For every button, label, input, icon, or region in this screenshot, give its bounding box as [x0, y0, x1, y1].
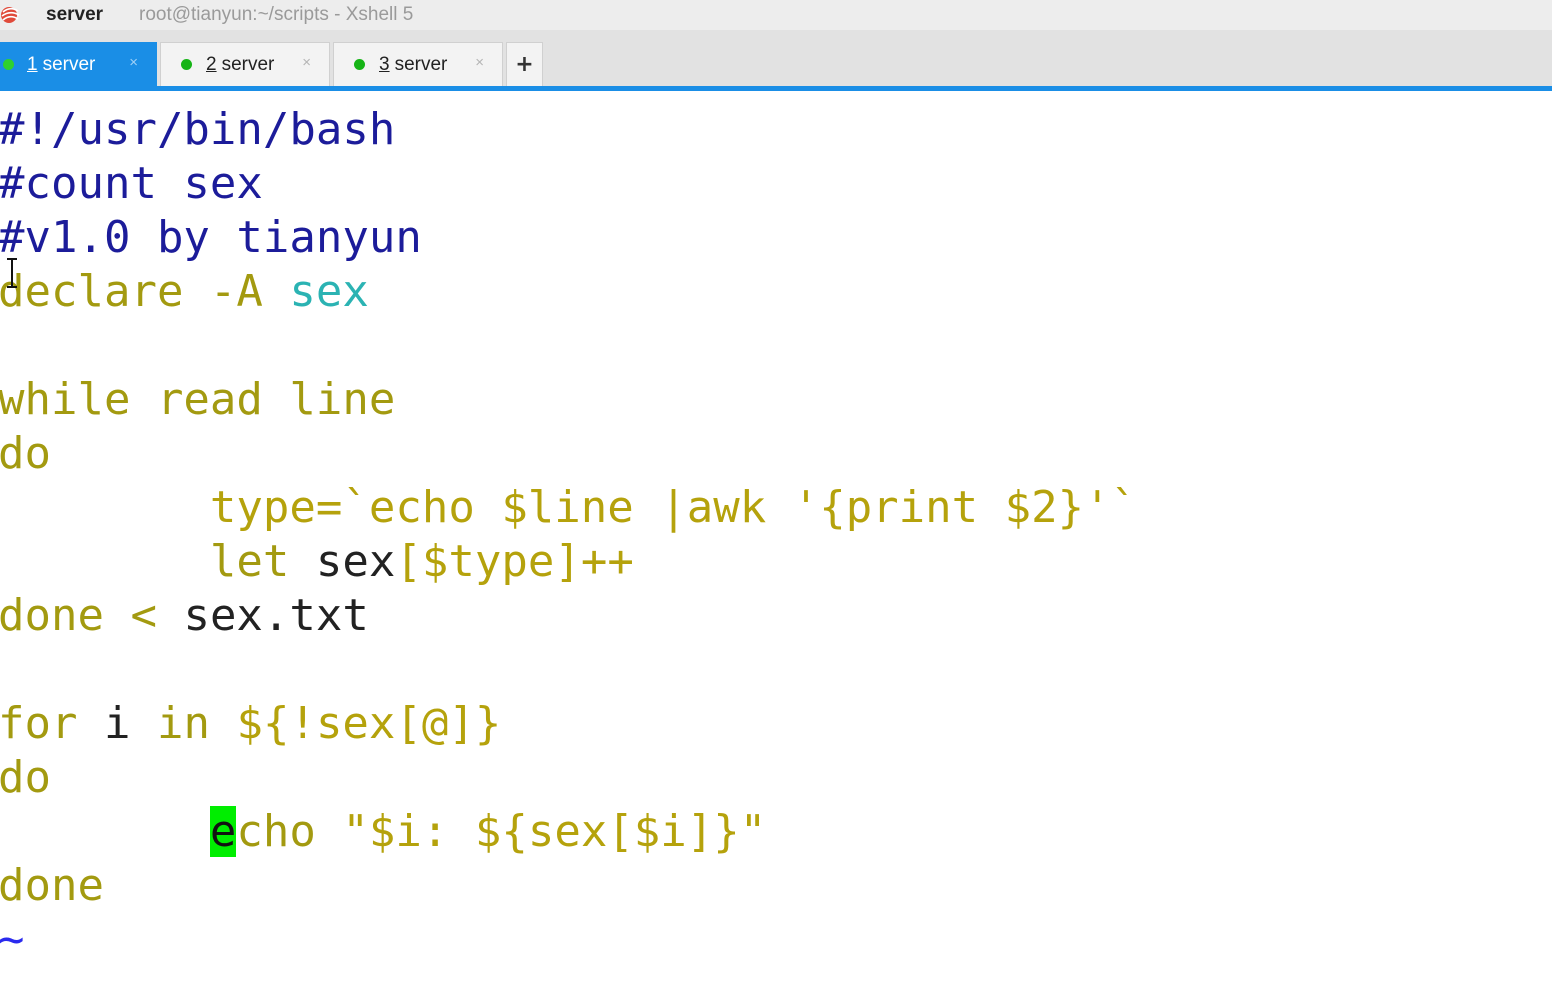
connected-status-icon	[354, 59, 365, 70]
code-token-plain: sex.txt	[183, 590, 369, 641]
terminal-vim-buffer[interactable]: #!/usr/bin/bash #count sex #v1.0 by tian…	[0, 91, 1552, 992]
code-token-keyword: done <	[0, 590, 157, 641]
tab-session-1[interactable]: 1 server ×	[0, 42, 157, 86]
code-line-9: let sex[$type]++	[0, 535, 634, 589]
code-line-8: type=`echo $line |awk '{print $2}'`	[0, 481, 1137, 535]
code-line-6: while read line	[0, 374, 396, 425]
tab-label: server	[394, 53, 448, 75]
code-line-4: declare -A sex	[0, 265, 369, 319]
xshell-logo-icon	[1, 7, 20, 23]
code-line-7: do	[0, 428, 51, 479]
code-line-1: #!/usr/bin/bash	[0, 104, 396, 155]
tab-number: 1	[27, 53, 38, 75]
code-line-13: do	[0, 752, 51, 803]
text-cursor: e	[209, 806, 237, 857]
connected-status-icon	[181, 59, 192, 70]
code-line-14: echo "$i: ${sex[$i]}"	[0, 805, 766, 859]
code-token-keyword: for	[0, 698, 78, 749]
code-line-2: #count sex	[0, 158, 263, 209]
code-token-string: "$i: ${sex[$i]}"	[342, 806, 767, 857]
code-token-expansion: ${!sex[@]}	[236, 698, 502, 749]
code-token-plain: sex	[315, 536, 396, 587]
tab-number: 3	[379, 53, 390, 75]
code-token-plain: i	[103, 698, 131, 749]
code-token-command: type=`echo $line |awk '{print $2}'`	[209, 482, 1138, 533]
mouse-ibeam-icon	[7, 258, 21, 288]
tab-label: server	[42, 53, 96, 75]
code-line-15: done	[0, 860, 104, 911]
code-token-keyword: let	[209, 536, 290, 587]
code-token-keyword: cho	[236, 806, 316, 857]
code-token-keyword: in	[156, 698, 210, 749]
new-tab-button[interactable]: +	[506, 42, 543, 86]
code-token-keyword: declare -A	[0, 266, 263, 317]
vim-empty-line-marker: ~	[0, 914, 25, 965]
window-title: root@tianyun:~/scripts - Xshell 5	[139, 4, 414, 25]
tab-label: server	[221, 53, 275, 75]
tab-bar: 1 server × 2 server × 3 server × +	[0, 30, 1552, 86]
title-bar: server root@tianyun:~/scripts - Xshell 5	[0, 0, 1552, 30]
tab-session-2[interactable]: 2 server ×	[160, 42, 330, 86]
close-icon[interactable]: ×	[302, 54, 311, 71]
code-line-10: done < sex.txt	[0, 589, 369, 643]
code-line-12: for i in ${!sex[@]}	[0, 697, 501, 751]
code-line-3: #v1.0 by tianyun	[0, 212, 422, 263]
close-icon[interactable]: ×	[129, 54, 138, 71]
connected-status-icon	[3, 59, 14, 70]
tab-number: 2	[206, 53, 217, 75]
tab-session-3[interactable]: 3 server ×	[333, 42, 503, 86]
close-icon[interactable]: ×	[475, 54, 484, 71]
code-token-variable: sex	[289, 266, 369, 317]
window-session-name: server	[46, 4, 104, 25]
code-token-index: [$type]++	[395, 536, 634, 587]
